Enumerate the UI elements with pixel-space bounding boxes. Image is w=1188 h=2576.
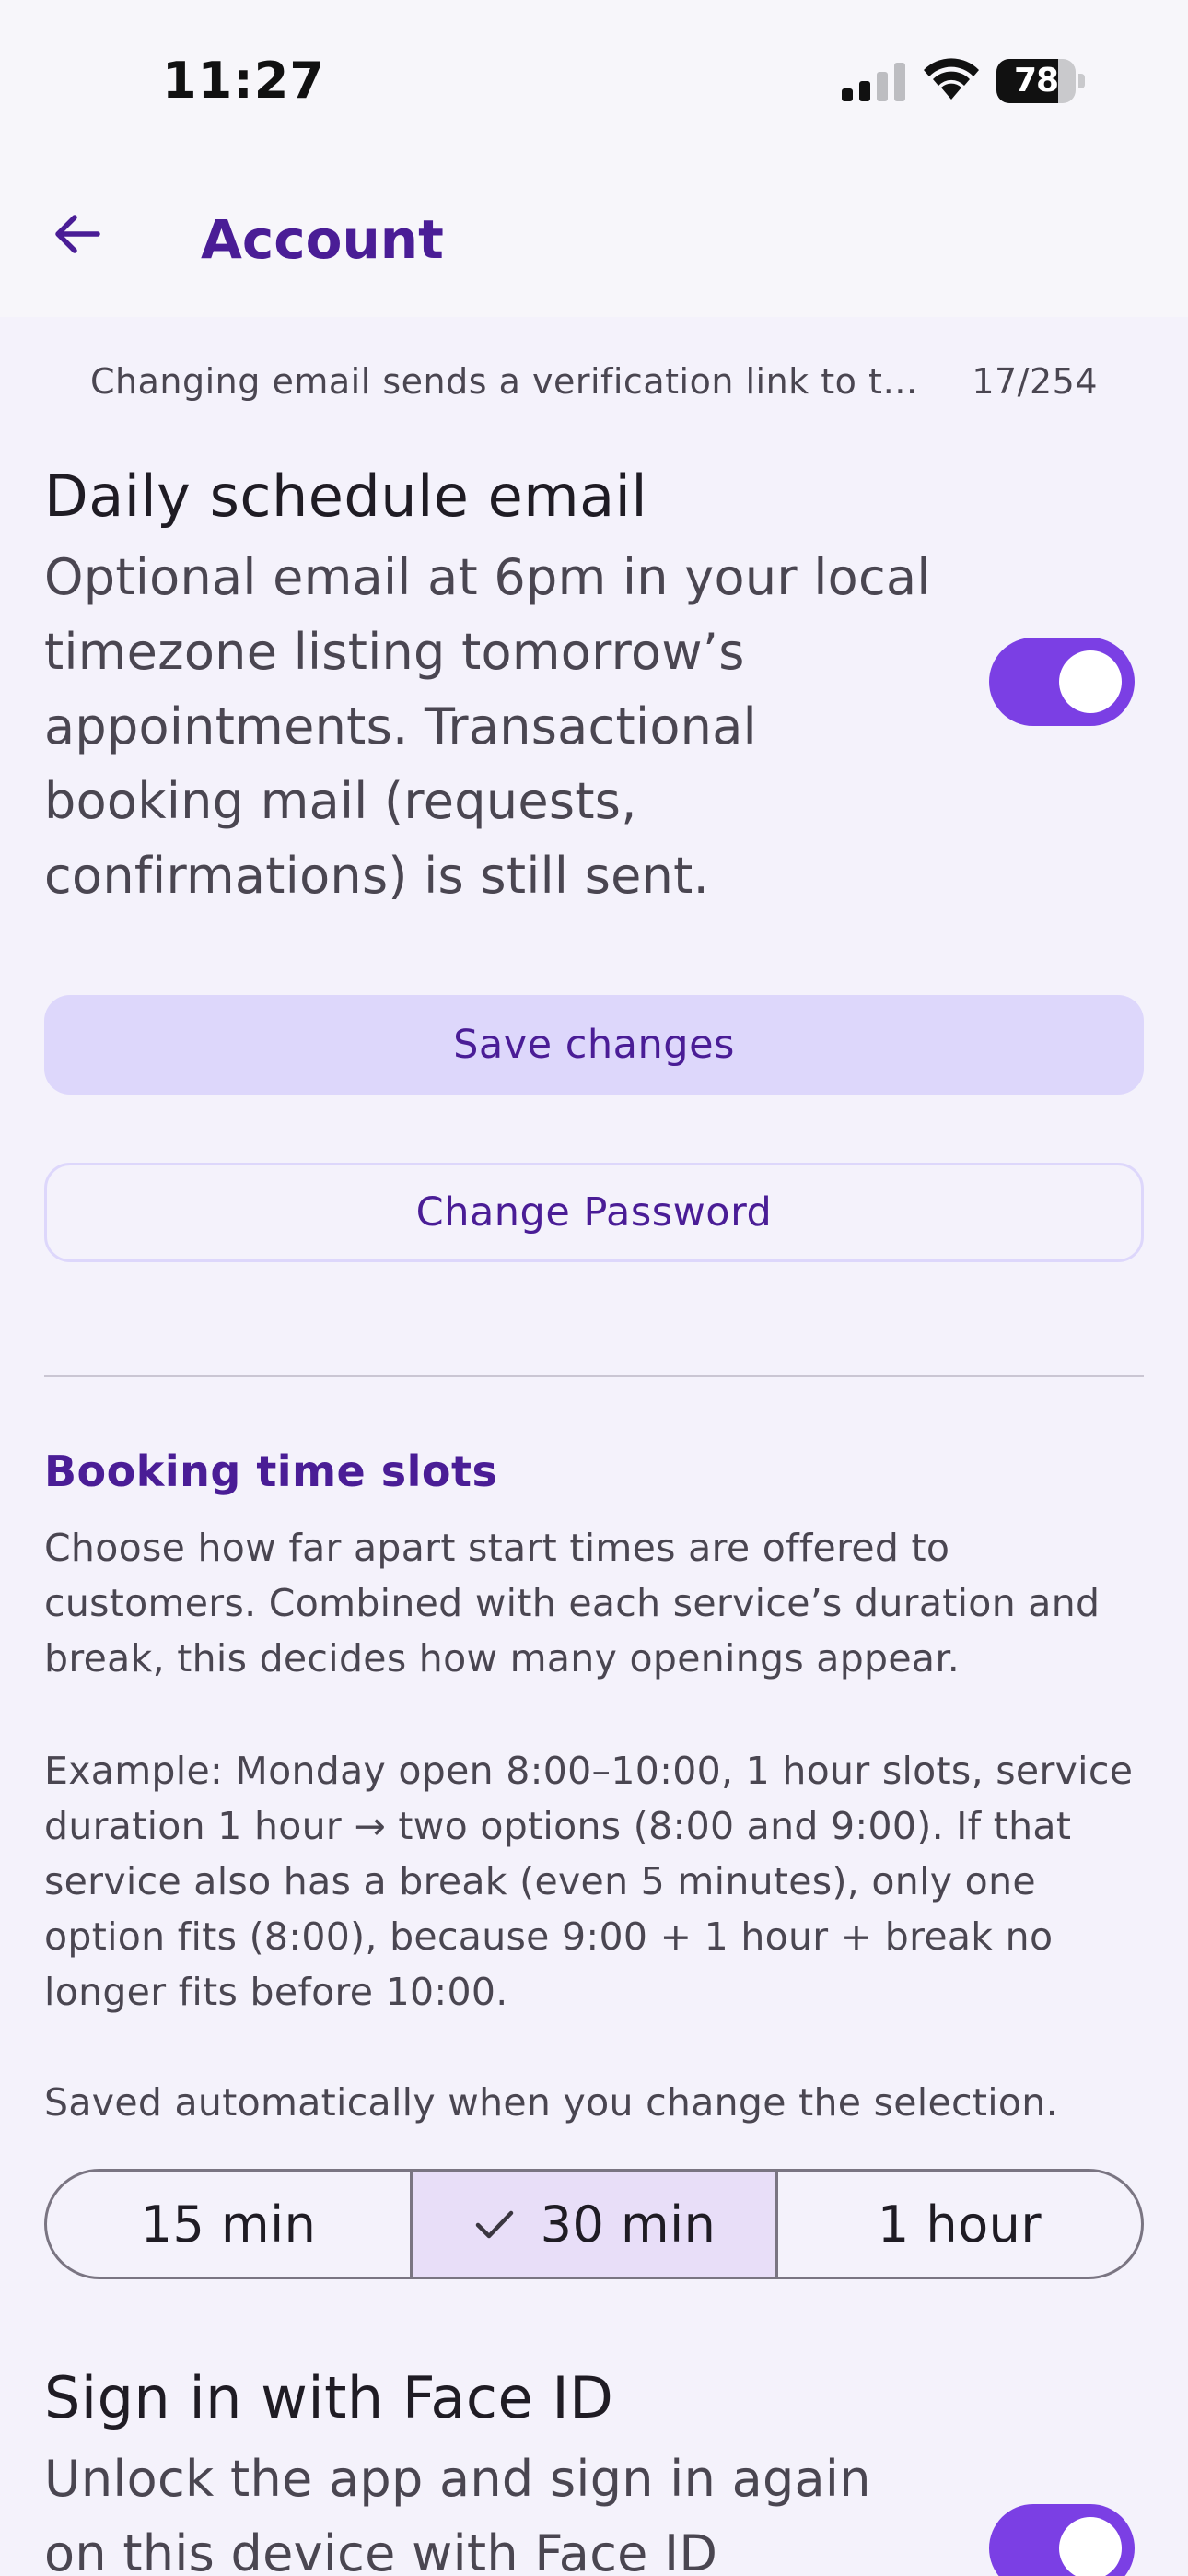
email-helper-text: Changing email sends a verification link… — [90, 361, 938, 402]
switch-thumb — [1059, 2517, 1122, 2576]
switch-thumb — [1059, 650, 1122, 713]
battery-body: 78 — [996, 59, 1076, 103]
status-bar: 11:27 78 — [0, 0, 1188, 157]
segment-1-hour[interactable]: 1 hour — [778, 2172, 1141, 2277]
battery-level: 78 — [1013, 62, 1059, 100]
face-id-switch[interactable] — [989, 2504, 1135, 2576]
face-id-description: Unlock the app and sign in again on this… — [44, 2450, 871, 2576]
daily-schedule-switch[interactable] — [989, 638, 1135, 726]
battery-tip — [1078, 74, 1085, 88]
status-time: 11:27 — [162, 52, 325, 110]
email-helper-row: Changing email sends a verification link… — [90, 361, 1098, 402]
page-title: Account — [201, 208, 444, 271]
arrow-left-icon[interactable] — [50, 206, 105, 262]
booking-slots-title: Booking time slots — [44, 1446, 498, 1496]
daily-schedule-description: Optional email at 6pm in your local time… — [44, 548, 931, 905]
cellular-signal-icon — [842, 63, 905, 101]
face-id-title: Sign in with Face ID — [44, 2364, 614, 2431]
segment-30-min[interactable]: 30 min — [413, 2172, 778, 2277]
check-icon — [475, 2210, 513, 2239]
change-password-button[interactable]: Change Password — [44, 1163, 1144, 1262]
segment-label: 30 min — [540, 2195, 716, 2254]
save-changes-button[interactable]: Save changes — [44, 995, 1144, 1095]
segment-label: 15 min — [140, 2195, 317, 2254]
booking-slots-paragraph-1: Choose how far apart start times are off… — [44, 1526, 1101, 1680]
app-bar: Account — [0, 157, 1188, 317]
battery-icon: 78 — [996, 59, 1085, 103]
slot-interval-selector: 15 min 30 min 1 hour — [44, 2169, 1144, 2279]
booking-slots-paragraph-3: Saved automatically when you change the … — [44, 2080, 1058, 2125]
email-char-count: 17/254 — [972, 361, 1098, 402]
wifi-icon — [924, 58, 979, 100]
account-screen: 11:27 78 Account Changing email sends a … — [0, 0, 1188, 2576]
account-content[interactable]: Changing email sends a verification link… — [0, 317, 1188, 2576]
segment-15-min[interactable]: 15 min — [47, 2172, 413, 2277]
daily-schedule-title: Daily schedule email — [44, 463, 648, 530]
booking-slots-paragraph-2: Example: Monday open 8:00–10:00, 1 hour … — [44, 1749, 1134, 2014]
section-divider — [44, 1375, 1144, 1377]
segment-label: 1 hour — [877, 2195, 1042, 2254]
